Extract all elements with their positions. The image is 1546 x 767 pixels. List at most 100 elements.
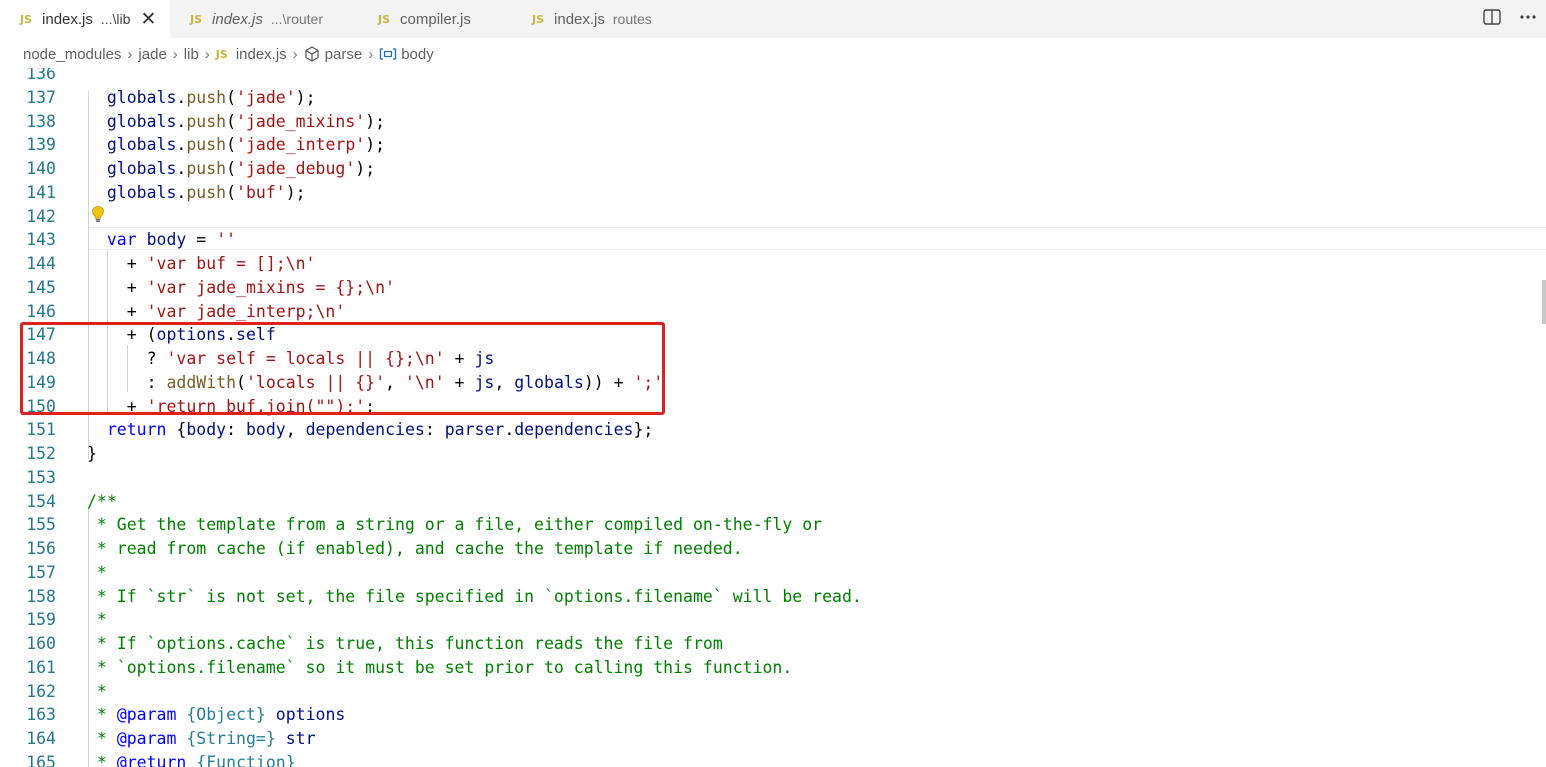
- code-line[interactable]: 152}: [0, 442, 1546, 465]
- code-token: };: [633, 420, 654, 440]
- code-token: /**: [87, 491, 117, 511]
- code-line[interactable]: 158 * If `str` is not set, the file spec…: [0, 585, 1546, 608]
- code-token: body: [146, 230, 187, 250]
- code-token: (: [226, 87, 237, 107]
- tab-description: ...\lib: [100, 11, 131, 27]
- breadcrumb-body-label: body: [401, 45, 434, 63]
- line-number: 161: [26, 657, 56, 677]
- code-line[interactable]: 165 * @return {Function}: [0, 751, 1546, 767]
- breadcrumb-parse[interactable]: parse: [304, 45, 363, 63]
- line-number: 164: [26, 729, 56, 748]
- code-line[interactable]: 138 globals.push('jade_mixins');: [0, 110, 1546, 133]
- line-number: 152: [26, 444, 56, 463]
- split-editor-icon[interactable]: [1482, 7, 1502, 27]
- line-code: *: [87, 680, 107, 703]
- code-token: ,: [285, 420, 306, 440]
- code-token: *: [87, 752, 117, 767]
- variable-icon: [380, 48, 397, 60]
- code-line[interactable]: 159 *: [0, 608, 1546, 631]
- line-number: 145: [26, 277, 56, 297]
- line-code: * @return {Function}: [87, 751, 296, 767]
- code-line[interactable]: 151 return {body: body, dependencies: pa…: [0, 418, 1546, 441]
- breadcrumb-parse-label: parse: [324, 45, 363, 63]
- code-line[interactable]: 139 globals.push('jade_interp');: [0, 133, 1546, 156]
- code-token: push: [186, 135, 227, 155]
- code-token: );: [365, 111, 386, 131]
- code-line[interactable]: 145 + 'var jade_mixins = {};\n': [0, 276, 1546, 299]
- scrollbar-thumb[interactable]: [1542, 280, 1546, 324]
- code-line[interactable]: 161 * `options.filename` so it must be s…: [0, 656, 1546, 679]
- code-token: @param: [116, 705, 177, 725]
- breadcrumb-node-modules[interactable]: node_modules: [23, 46, 121, 63]
- code-token: *: [87, 681, 107, 701]
- code-token: 'buf': [236, 182, 286, 202]
- code-token: push: [186, 182, 227, 202]
- code-line[interactable]: 156 * read from cache (if enabled), and …: [0, 537, 1546, 560]
- code-token: .: [176, 159, 187, 178]
- breadcrumb-body[interactable]: body: [379, 46, 434, 63]
- code-token: * If `options.cache` is true, this funct…: [87, 634, 723, 653]
- code-line[interactable]: 155 * Get the template from a string or …: [0, 513, 1546, 536]
- code-line[interactable]: 144 + 'var buf = [];\n': [0, 252, 1546, 275]
- code-token: );: [365, 135, 386, 155]
- breadcrumb-file[interactable]: JS index.js: [216, 46, 287, 63]
- code-line[interactable]: 136: [0, 68, 1546, 85]
- code-token: '': [216, 230, 237, 250]
- code-token: +: [87, 254, 147, 273]
- code-token: globals: [106, 159, 177, 178]
- code-token: (: [226, 159, 237, 178]
- close-icon[interactable]: ✕: [140, 10, 156, 29]
- line-code: /**: [87, 490, 117, 513]
- code-line[interactable]: 153: [0, 466, 1546, 489]
- line-code: return {body: body, dependencies: parser…: [87, 418, 653, 441]
- code-token: globals: [106, 135, 177, 155]
- line-code: globals.push('jade_interp');: [87, 133, 385, 156]
- code-token: {Object}: [186, 705, 266, 725]
- line-number: 136: [26, 68, 56, 83]
- tab-index-js-router[interactable]: JS index.js ...\router: [170, 0, 358, 38]
- tab-index-js-lib[interactable]: JS index.js ...\lib ✕: [0, 0, 170, 38]
- code-line[interactable]: 157 *: [0, 561, 1546, 584]
- code-editor[interactable]: 136 137 globals.push('jade'); 138 globals.…: [0, 68, 1546, 767]
- code-token: 'var jade_interp;\n': [146, 301, 346, 321]
- js-file-icon: JS: [20, 12, 33, 26]
- tab-compiler-js[interactable]: JS compiler.js: [358, 0, 512, 38]
- code-line[interactable]: 140 globals.push('jade_debug');: [0, 157, 1546, 180]
- code-token: );: [295, 87, 316, 107]
- code-token: 'jade_mixins': [236, 111, 366, 131]
- code-token: dependencies: [514, 420, 634, 440]
- line-number: 163: [26, 705, 56, 725]
- code-line[interactable]: 146 + 'var jade_interp;\n': [0, 300, 1546, 323]
- code-line[interactable]: 143 var body = '': [0, 228, 1546, 251]
- code-line[interactable]: 162 *: [0, 680, 1546, 703]
- code-token: (: [226, 182, 237, 202]
- editor-actions: [1482, 7, 1538, 27]
- code-token: * If `str` is not set, the file specifie…: [87, 586, 862, 606]
- js-file-icon: JS: [532, 12, 545, 26]
- code-line[interactable]: 141 globals.push('buf');: [0, 181, 1546, 204]
- line-code: globals.push('jade');: [87, 86, 316, 109]
- code-line[interactable]: 163 * @param {Object} options: [0, 703, 1546, 726]
- code-token: push: [186, 111, 227, 131]
- tab-index-js-routes[interactable]: JS index.js routes: [512, 0, 686, 38]
- chevron-right-icon: ›: [204, 45, 210, 63]
- code-line[interactable]: 164 * @param {String=} str: [0, 727, 1546, 750]
- code-line[interactable]: 154 /**: [0, 490, 1546, 513]
- breadcrumb-lib[interactable]: lib: [184, 46, 199, 63]
- line-number: 162: [26, 681, 56, 701]
- code-token: * `options.filename` so it must be set p…: [87, 657, 793, 677]
- code-line[interactable]: 160 * If `options.cache` is true, this f…: [0, 632, 1546, 655]
- code-token: * read from cache (if enabled), and cach…: [87, 539, 743, 558]
- breadcrumb-jade[interactable]: jade: [138, 46, 166, 63]
- code-token: .: [176, 111, 187, 131]
- code-token: return: [106, 420, 167, 440]
- line-code: + 'var buf = [];\n': [87, 252, 316, 275]
- more-actions-icon[interactable]: [1518, 7, 1538, 27]
- code-line[interactable]: 137 globals.push('jade');: [0, 86, 1546, 109]
- code-line[interactable]: 142: [0, 205, 1546, 228]
